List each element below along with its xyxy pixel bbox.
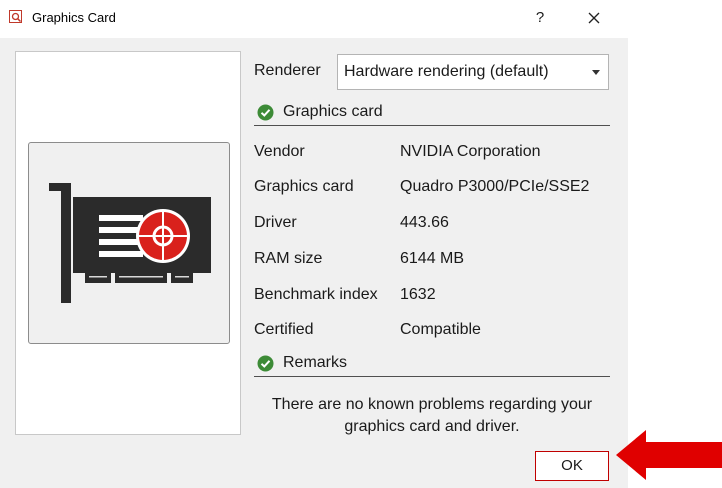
vendor-value: NVIDIA Corporation (400, 143, 541, 160)
help-button[interactable]: ? (530, 6, 550, 30)
benchmark-index-value: 1632 (400, 286, 436, 303)
renderer-label: Renderer (254, 62, 321, 79)
graphics-card-tile (28, 142, 230, 344)
certified-label: Certified (254, 321, 314, 338)
graphics-card-section-header: Graphics card (254, 102, 610, 126)
certified-value: Compatible (400, 321, 481, 338)
window-title: Graphics Card (32, 10, 116, 25)
red-arrow-icon (616, 430, 722, 480)
driver-value: 443.66 (400, 214, 449, 231)
section-title: Remarks (283, 354, 348, 371)
check-circle-icon (257, 104, 274, 121)
ram-size-label: RAM size (254, 250, 323, 267)
close-icon (588, 12, 600, 24)
title-bar: Graphics Card ? (0, 0, 628, 38)
remarks-text: There are no known problems regarding yo… (254, 394, 610, 438)
graphics-card-value: Quadro P3000/PCIe/SSE2 (400, 178, 590, 195)
section-title: Graphics card (283, 103, 383, 120)
ok-button[interactable]: OK (535, 451, 609, 481)
renderer-dropdown[interactable]: Hardware rendering (default) (337, 54, 609, 90)
driver-label: Driver (254, 214, 297, 231)
benchmark-index-label: Benchmark index (254, 286, 378, 303)
graphics-card-dialog: Graphics Card ? Renderer Hardware render… (0, 0, 628, 488)
graphics-card-icon (49, 183, 211, 303)
close-button[interactable] (582, 6, 606, 30)
remarks-section-header: Remarks (254, 353, 610, 377)
graphics-card-label: Graphics card (254, 178, 354, 195)
chevron-down-icon (592, 70, 600, 75)
renderer-selected-value: Hardware rendering (default) (344, 63, 549, 80)
ram-size-value: 6144 MB (400, 250, 465, 267)
vendor-label: Vendor (254, 143, 305, 160)
remarks-line: There are no known problems regarding yo… (271, 396, 593, 413)
remarks-line: graphics card and driver. (344, 418, 520, 435)
graphics-card-image-panel (15, 51, 241, 435)
search-icon (9, 10, 22, 23)
check-circle-icon (257, 355, 274, 372)
